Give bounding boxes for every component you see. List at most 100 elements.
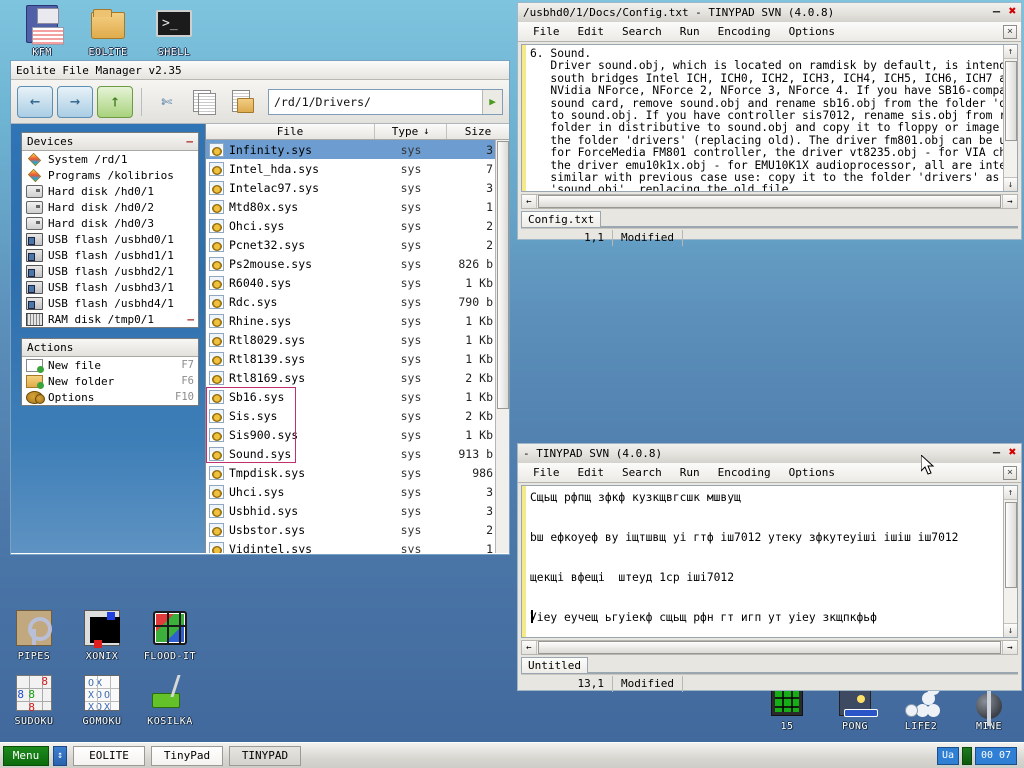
menu-edit[interactable]: Edit [569, 25, 614, 38]
file-row[interactable]: Uhci.syssys3 [206, 482, 509, 501]
tinypad-top-vscroll-thumb[interactable] [1005, 61, 1017, 141]
action-item[interactable]: New folderF6 [22, 373, 198, 389]
device-item[interactable]: Hard disk /hd0/1 [22, 183, 198, 199]
menu-search[interactable]: Search [613, 25, 671, 38]
scroll-up-icon[interactable]: ↑ [1004, 45, 1017, 59]
device-eject-icon[interactable]: – [187, 313, 194, 326]
file-row[interactable]: Sis.syssys2 Kb [206, 406, 509, 425]
devices-panel-header[interactable]: Devices – [22, 133, 198, 151]
device-item[interactable]: Hard disk /hd0/2 [22, 199, 198, 215]
file-row[interactable]: R6040.syssys1 Kb [206, 273, 509, 292]
device-item[interactable]: USB flash /usbhd2/1 [22, 263, 198, 279]
tinypad-untitled-window[interactable]: - TINYPAD SVN (4.0.8) – ✖ File Edit Sear… [517, 443, 1022, 691]
device-item[interactable]: USB flash /usbhd3/1 [22, 279, 198, 295]
taskbar-button[interactable]: TinyPad [151, 746, 223, 766]
filelist-scrollbar[interactable] [495, 140, 509, 553]
scroll-down-icon[interactable]: ↓ [1004, 623, 1017, 637]
minimize-button[interactable]: – [990, 447, 1003, 460]
file-row[interactable]: Usbhid.syssys3 [206, 501, 509, 520]
copy-button[interactable] [188, 86, 222, 118]
eolite-titlebar[interactable]: Eolite File Manager v2.35 [11, 61, 509, 80]
hscroll-left-icon[interactable]: ← [522, 195, 537, 208]
desktop-icon-xonix[interactable]: XONIX [66, 608, 138, 662]
tinypad-bottom-hscroll-thumb[interactable] [538, 641, 1001, 654]
desktop-icon-sudoku[interactable]: SUDOKU [0, 673, 70, 727]
tinypad-top-text[interactable]: 6. Sound. Driver sound.obj, which is loc… [522, 45, 1017, 192]
tinypad-bottom-editor[interactable]: Сщьщ рфпщ зфкф кузкщвгсшк мшвущ bш ефкоу… [521, 485, 1018, 638]
file-row[interactable]: Ohci.syssys2 [206, 216, 509, 235]
file-row[interactable]: Sound.syssys913 b [206, 444, 509, 463]
scroll-up-icon[interactable]: ↑ [1004, 486, 1017, 500]
device-item[interactable]: USB flash /usbhd0/1 [22, 231, 198, 247]
file-row[interactable]: Vidintel.syssys1 [206, 539, 509, 553]
hscroll-right-icon[interactable]: → [1002, 195, 1017, 208]
tinypad-top-hscroll-thumb[interactable] [538, 195, 1001, 208]
column-header-type[interactable]: Type ↓ [375, 124, 447, 139]
action-item[interactable]: OptionsF10 [22, 389, 198, 405]
menu-run[interactable]: Run [671, 25, 709, 38]
file-row[interactable]: Rhine.syssys1 Kb [206, 311, 509, 330]
window-order-toggle[interactable]: ↕ [53, 746, 67, 766]
desktop-icon-kosilka[interactable]: KOSILKA [134, 673, 206, 727]
clock[interactable]: 00 07 [975, 747, 1017, 765]
file-row[interactable]: Sb16.syssys1 Kb [206, 387, 509, 406]
device-item[interactable]: USB flash /usbhd4/1 [22, 295, 198, 311]
menubar-close-icon[interactable]: × [1003, 25, 1017, 39]
column-header-size[interactable]: Size [447, 124, 509, 139]
file-row[interactable]: Rtl8029.syssys1 Kb [206, 330, 509, 349]
file-row[interactable]: Pcnet32.syssys2 [206, 235, 509, 254]
tinypad-bottom-text[interactable]: Сщьщ рфпщ зфкф кузкщвгсшк мшвущ bш ефкоу… [522, 486, 1017, 638]
desktop-icon-mine[interactable]: MINE [953, 686, 1024, 732]
device-item[interactable]: USB flash /usbhd1/1 [22, 247, 198, 263]
tinypad-top-vscrollbar[interactable]: ↑ ↓ [1003, 45, 1017, 191]
taskbar-button[interactable]: EOLITE [73, 746, 145, 766]
start-menu-button[interactable]: Menu [3, 746, 49, 766]
devices-collapse-icon[interactable]: – [186, 135, 193, 148]
desktop-icon-pong[interactable]: PONG [819, 686, 891, 732]
action-item[interactable]: New fileF7 [22, 357, 198, 373]
tinypad-top-hscrollbar[interactable]: ← → [521, 194, 1018, 209]
desktop-icon-shell[interactable]: SHELL [138, 4, 210, 58]
menu-options[interactable]: Options [780, 466, 844, 479]
cut-button[interactable]: ✄ [150, 86, 184, 118]
tinypad-top-editor[interactable]: 6. Sound. Driver sound.obj, which is loc… [521, 44, 1018, 192]
device-item[interactable]: Hard disk /hd0/3 [22, 215, 198, 231]
file-row[interactable]: Usbstor.syssys2 [206, 520, 509, 539]
scroll-down-icon[interactable]: ↓ [1004, 177, 1017, 191]
paste-button[interactable] [226, 86, 260, 118]
close-button[interactable]: ✖ [1006, 6, 1019, 19]
device-item[interactable]: RAM disk /tmp0/1– [22, 311, 198, 327]
file-row[interactable]: Intelac97.syssys3 [206, 178, 509, 197]
desktop-icon-flood-it[interactable]: FLOOD-IT [134, 608, 206, 662]
hscroll-right-icon[interactable]: → [1002, 641, 1017, 654]
forward-button[interactable]: → [57, 86, 93, 118]
device-item[interactable]: Programs /kolibrios [22, 167, 198, 183]
menu-run[interactable]: Run [671, 466, 709, 479]
path-go-button[interactable]: ▶ [482, 90, 502, 114]
tinypad-bottom-hscrollbar[interactable]: ← → [521, 640, 1018, 655]
file-row[interactable]: Rtl8169.syssys2 Kb [206, 368, 509, 387]
file-row[interactable]: Intel_hda.syssys7 [206, 159, 509, 178]
menu-options[interactable]: Options [780, 25, 844, 38]
desktop-icon-15[interactable]: 15 [751, 686, 823, 732]
filelist-scroll-thumb[interactable] [497, 141, 509, 409]
menu-edit[interactable]: Edit [569, 466, 614, 479]
path-input[interactable]: /rd/1/Drivers/ [269, 95, 482, 109]
desktop-icon-life2[interactable]: LIFE2 [885, 686, 957, 732]
column-header-file[interactable]: File [206, 124, 375, 139]
file-row[interactable]: Sis900.syssys1 Kb [206, 425, 509, 444]
desktop-icon-kfm[interactable]: KFM [6, 4, 78, 58]
file-row[interactable]: Rtl8139.syssys1 Kb [206, 349, 509, 368]
file-row[interactable]: Tmpdisk.syssys986 [206, 463, 509, 482]
tinypad-bottom-vscrollbar[interactable]: ↑ ↓ [1003, 486, 1017, 637]
tab-config-txt[interactable]: Config.txt [521, 211, 601, 227]
tab-untitled[interactable]: Untitled [521, 657, 588, 673]
file-row[interactable]: Rdc.syssys790 b [206, 292, 509, 311]
tinypad-bottom-titlebar[interactable]: - TINYPAD SVN (4.0.8) – ✖ [518, 444, 1021, 463]
device-item[interactable]: System /rd/1 [22, 151, 198, 167]
file-row[interactable]: Ps2mouse.syssys826 b [206, 254, 509, 273]
eolite-file-manager-window[interactable]: Eolite File Manager v2.35 ← → ↑ ✄ /rd/1/… [10, 60, 510, 555]
menu-encoding[interactable]: Encoding [709, 466, 780, 479]
taskbar-button[interactable]: TINYPAD [229, 746, 301, 766]
file-row[interactable]: Infinity.syssys3 [206, 140, 509, 159]
